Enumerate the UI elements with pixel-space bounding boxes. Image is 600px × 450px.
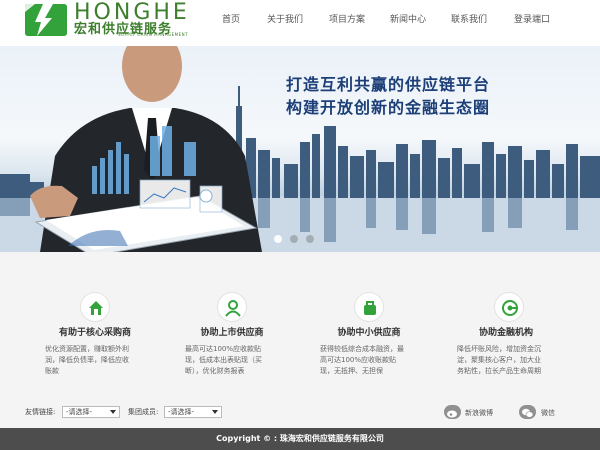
chevron-down-icon	[110, 410, 116, 414]
brand-subtitle: SUPPLY CHAIN MANAGEMENT	[118, 32, 189, 37]
nav-item-home[interactable]: 首页	[222, 13, 240, 27]
nav-item-contact[interactable]: 联系我们	[451, 13, 487, 27]
nav-item-about[interactable]: 关于我们	[267, 13, 303, 27]
group-member-select[interactable]: -请选择-	[164, 406, 222, 418]
nav-item-login[interactable]: 登录端口	[514, 13, 550, 27]
site-footer: Copyright © : 珠海宏和供应链服务有限公司	[0, 428, 600, 450]
banner-headline: 打造互利共赢的供应链平台	[286, 75, 491, 94]
nav-item-solutions[interactable]: 项目方案	[329, 13, 365, 27]
house-icon	[80, 292, 110, 322]
feature-description: 降低坏账风险，增加资金沉 淀，聚集核心客户，加大业 务粘性，拉长产品生命周期	[457, 345, 541, 375]
group-member-label: 集团成员:	[128, 408, 159, 416]
features-section: 有助于核心采购商 优化资源配置，赚取额外利 润，降低负债率，降低应收 账款 协助上市…	[0, 252, 600, 428]
feature-description: 优化资源配置，赚取额外利 润，降低负债率，降低应收 账款	[45, 345, 129, 375]
friends-link-select[interactable]: -请选择-	[62, 406, 120, 418]
banner-subheadline: 构建开放创新的金融生态圈	[286, 98, 491, 117]
wechat-link[interactable]: 微信	[541, 408, 555, 418]
feature-title: 协助上市供应商	[200, 328, 264, 338]
brand-name-en: HONGHE	[74, 0, 190, 25]
slider-dot-2[interactable]	[290, 235, 298, 243]
weibo-link[interactable]: 新浪微博	[465, 408, 493, 418]
feature-title: 协助金融机构	[478, 328, 533, 338]
slider-dot-1[interactable]	[274, 235, 282, 243]
feature-description: 获得较低综合成本融资，最 高可达100%应收账款贴 现，无抵押、无担保	[320, 345, 404, 375]
at-icon	[494, 292, 524, 322]
logo-icon[interactable]	[25, 4, 67, 36]
friends-link-label: 友情链接:	[25, 408, 56, 416]
slider-dot-3[interactable]	[306, 235, 314, 243]
links-row: 友情链接: -请选择- 集团成员: -请选择- 新浪微博 微信	[0, 404, 600, 422]
bag-icon	[354, 292, 384, 322]
feature-description: 最高可达100%应收款贴 现，低成本出表贴现（买 断），优化财务报表	[185, 345, 262, 375]
copyright-text: Copyright © : 珠海宏和供应链服务有限公司	[216, 434, 384, 443]
hero-banner: 打造互利共赢的供应链平台 构建开放创新的金融生态圈	[0, 46, 600, 252]
wechat-icon[interactable]	[519, 405, 536, 419]
user-icon	[217, 292, 247, 322]
weibo-icon[interactable]	[444, 405, 461, 419]
slider-dots	[274, 235, 314, 243]
nav-item-news[interactable]: 新闻中心	[390, 13, 426, 27]
site-header: HONGHE 宏和供应链服务 SUPPLY CHAIN MANAGEMENT 首…	[0, 0, 600, 46]
feature-title: 有助于核心采购商	[58, 328, 131, 338]
feature-title: 协助中小供应商	[337, 328, 401, 338]
chevron-down-icon	[212, 410, 218, 414]
